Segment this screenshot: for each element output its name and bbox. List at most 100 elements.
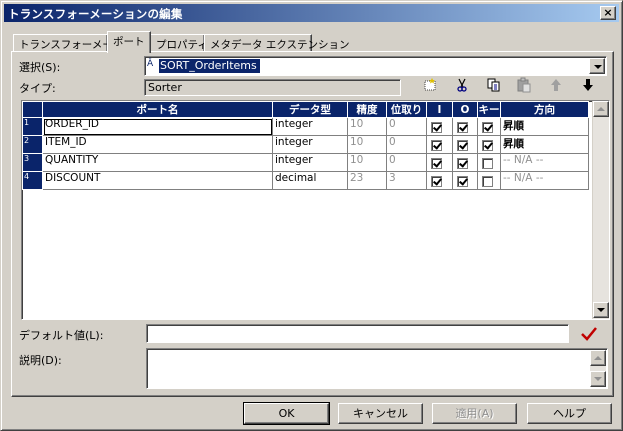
column-header-datatype[interactable]: データ型 — [272, 101, 348, 118]
input-checkbox[interactable] — [431, 176, 442, 187]
port-name-cell[interactable]: ORDER_ID — [42, 117, 273, 136]
scale-cell[interactable]: 0 — [386, 135, 427, 154]
output-checkbox-cell — [452, 135, 478, 154]
input-checkbox[interactable] — [431, 122, 442, 133]
output-checkbox[interactable] — [457, 158, 468, 169]
paste-icon[interactable] — [515, 77, 533, 95]
move-up-icon[interactable] — [547, 77, 565, 95]
tab-metadata-extensions[interactable]: メタデータ エクステンション — [204, 34, 350, 52]
type-label: タイプ: — [19, 82, 56, 95]
key-checkbox-cell — [477, 117, 501, 136]
output-checkbox-cell — [452, 117, 478, 136]
key-checkbox-cell — [477, 135, 501, 154]
column-header-precision[interactable]: 精度 — [347, 101, 387, 118]
datatype-cell[interactable]: integer — [272, 117, 348, 136]
column-header-output[interactable]: O — [452, 101, 478, 118]
table-row[interactable]: 3 QUANTITY integer 10 0 -- N/A -- — [22, 153, 589, 172]
chevron-down-icon[interactable] — [589, 58, 605, 74]
table-row[interactable]: 2 ITEM_ID integer 10 0 昇順 — [22, 135, 589, 154]
row-number[interactable]: 3 — [22, 153, 43, 172]
select-combobox[interactable]: Â SORT_OrderItems — [144, 56, 607, 76]
key-checkbox[interactable] — [482, 122, 493, 133]
description-textarea[interactable] — [146, 348, 608, 389]
datatype-cell[interactable]: integer — [272, 153, 348, 172]
output-checkbox[interactable] — [457, 122, 468, 133]
ports-table: ポート名 データ型 精度 位取り I O キー 方向 1 ORDER_ID inte… — [22, 101, 589, 190]
header-row: ポート名 データ型 精度 位取り I O キー 方向 — [22, 101, 589, 118]
direction-cell[interactable]: 昇順 — [500, 135, 589, 154]
scroll-down-icon[interactable] — [593, 302, 609, 318]
edit-transformation-dialog: トランスフォーメーションの編集 × トランスフォーメーション ポート プロパティ… — [0, 0, 623, 431]
copy-icon[interactable] — [485, 77, 503, 95]
scroll-up-icon[interactable] — [593, 101, 609, 117]
input-checkbox-cell — [426, 171, 453, 190]
column-header-key[interactable]: キー — [477, 101, 501, 118]
corner-header — [22, 101, 43, 118]
input-checkbox[interactable] — [431, 140, 442, 151]
column-header-scale[interactable]: 位取り — [386, 101, 427, 118]
default-value-input[interactable] — [146, 324, 569, 343]
scale-cell[interactable]: 0 — [386, 153, 427, 172]
output-checkbox[interactable] — [457, 140, 468, 151]
table-row[interactable]: 1 ORDER_ID integer 10 0 昇順 — [22, 117, 589, 136]
title-bar: トランスフォーメーションの編集 × — [4, 4, 619, 22]
output-checkbox-cell — [452, 153, 478, 172]
output-checkbox[interactable] — [457, 176, 468, 187]
precision-cell[interactable]: 10 — [347, 117, 387, 136]
help-button[interactable]: ヘルプ — [527, 403, 612, 424]
new-port-icon[interactable] — [421, 77, 439, 95]
datatype-cell[interactable]: integer — [272, 135, 348, 154]
apply-button[interactable]: 適用(A) — [432, 403, 517, 424]
type-field: Sorter — [144, 79, 401, 96]
input-checkbox[interactable] — [431, 158, 442, 169]
description-scrollbar[interactable] — [590, 350, 606, 387]
key-checkbox[interactable] — [482, 158, 493, 169]
input-checkbox-cell — [426, 117, 453, 136]
description-label: 説明(D): — [19, 354, 62, 367]
row-number[interactable]: 4 — [22, 171, 43, 190]
column-header-input[interactable]: I — [426, 101, 453, 118]
tab-ports[interactable]: ポート — [107, 31, 151, 53]
input-checkbox-cell — [426, 153, 453, 172]
column-header-port-name[interactable]: ポート名 — [42, 101, 273, 118]
table-row[interactable]: 4 DISCOUNT decimal 23 3 -- N/A -- — [22, 171, 589, 190]
port-name-cell[interactable]: QUANTITY — [42, 153, 273, 172]
key-checkbox-cell — [477, 153, 501, 172]
default-value-label: デフォルト値(L): — [19, 329, 104, 342]
port-name-cell[interactable]: DISCOUNT — [42, 171, 273, 190]
ports-scrollbar[interactable] — [592, 101, 609, 319]
datatype-cell[interactable]: decimal — [272, 171, 348, 190]
key-checkbox[interactable] — [482, 176, 493, 187]
validate-check-icon[interactable] — [579, 325, 599, 343]
key-checkbox[interactable] — [482, 140, 493, 151]
move-down-icon[interactable] — [579, 77, 597, 95]
ok-button[interactable]: OK — [243, 402, 330, 425]
precision-cell[interactable]: 23 — [347, 171, 387, 190]
close-button[interactable]: × — [600, 6, 616, 20]
precision-cell[interactable]: 10 — [347, 153, 387, 172]
cut-icon[interactable] — [453, 77, 471, 95]
sorter-icon: Â — [147, 59, 154, 69]
precision-cell[interactable]: 10 — [347, 135, 387, 154]
tab-properties[interactable]: プロパティ — [150, 34, 208, 52]
description-scroll-down-icon[interactable] — [590, 371, 606, 387]
column-header-direction[interactable]: 方向 — [500, 101, 589, 118]
window-title: トランスフォーメーションの編集 — [8, 7, 183, 21]
description-scroll-up-icon[interactable] — [590, 350, 606, 366]
direction-cell[interactable]: -- N/A -- — [500, 171, 589, 190]
direction-cell[interactable]: 昇順 — [500, 117, 589, 136]
type-value: Sorter — [148, 81, 182, 94]
input-checkbox-cell — [426, 135, 453, 154]
direction-cell[interactable]: -- N/A -- — [500, 153, 589, 172]
ports-grid: ポート名 データ型 精度 位取り I O キー 方向 1 ORDER_ID inte… — [22, 101, 609, 319]
select-label: 選択(S): — [19, 61, 61, 74]
tab-transformation[interactable]: トランスフォーメーション — [13, 34, 144, 52]
cancel-button[interactable]: キャンセル — [338, 403, 423, 424]
port-name-cell[interactable]: ITEM_ID — [42, 135, 273, 154]
row-number[interactable]: 1 — [22, 117, 43, 136]
scale-cell[interactable]: 3 — [386, 171, 427, 190]
row-number[interactable]: 2 — [22, 135, 43, 154]
key-checkbox-cell — [477, 171, 501, 190]
close-icon: × — [603, 6, 613, 19]
scale-cell[interactable]: 0 — [386, 117, 427, 136]
